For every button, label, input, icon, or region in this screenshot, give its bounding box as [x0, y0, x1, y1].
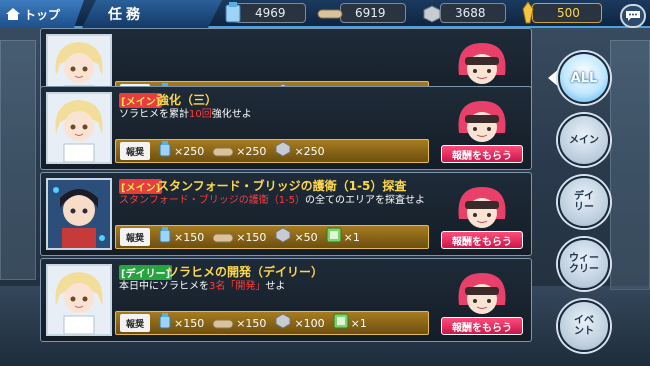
- claim-reward-button[interactable]: 報酬をもらう: [437, 183, 525, 251]
- reward-item: ×100: [274, 313, 325, 333]
- mission-description: 本日中にソラヒメを3名「開発」せよ: [119, 281, 439, 293]
- mission-description: スタンフォード・ブリッジの護衛（1-5）の全てのエリアを探査せよ: [119, 195, 439, 207]
- top-bar: トップ 任務 4969 6919 3688 500: [0, 0, 650, 28]
- page-title: 任務: [82, 0, 222, 28]
- filter-label: デイ リー: [574, 191, 594, 213]
- reward-item: ×250: [274, 141, 325, 161]
- reward-item: ×1: [333, 313, 367, 333]
- ticket-icon: [333, 313, 349, 333]
- filter-event-button[interactable]: イベ ント: [558, 300, 610, 352]
- filter-label: イベ ント: [574, 315, 594, 337]
- reward-amount: ×250: [174, 144, 205, 158]
- steel-counter: 6919: [317, 3, 406, 23]
- steel-icon: [212, 314, 234, 333]
- home-icon: [6, 8, 20, 20]
- mission-title: スタンフォード・ブリッジの護衛（1-5）探査: [157, 179, 407, 193]
- mission-card: [メイン] 強化（三） ソラヒメを累計10回強化せよ報奨 ×250 ×250 ×250 報酬…: [40, 86, 532, 170]
- chat-button[interactable]: [620, 4, 646, 28]
- avatar: [46, 92, 112, 164]
- reward-item: ×150: [158, 227, 204, 247]
- metal-value: 3688: [455, 6, 486, 20]
- metal-icon: [423, 5, 441, 23]
- mission-card: [メイン] スタンフォード・ブリッジの護衛（1-5）探査スタンフォード・ブリッジの…: [40, 172, 532, 256]
- fuel-icon: [158, 313, 172, 333]
- reward-amount: ×150: [236, 316, 267, 330]
- reward-amount: ×250: [294, 144, 325, 158]
- description-text: 本日中にソラヒメを: [119, 281, 209, 292]
- reward-item: ×1: [326, 227, 360, 247]
- avatar: [46, 178, 112, 250]
- mission-description: ソラヒメを累計10回強化せよ: [119, 109, 439, 121]
- reward-label: 報奨: [120, 142, 150, 160]
- claim-reward-label: 報酬をもらう: [441, 231, 523, 249]
- reward-label: 報奨: [120, 314, 150, 332]
- fuel-counter: 4969: [225, 2, 306, 23]
- steel-icon: [212, 142, 234, 161]
- filter-weekly-button[interactable]: ウィー クリー: [558, 238, 610, 290]
- reward-item: ×50: [274, 227, 318, 247]
- reward-item: ×150: [212, 228, 266, 247]
- gold-counter: 500: [522, 1, 602, 24]
- gold-icon: [522, 1, 534, 24]
- gold-value: 500: [557, 6, 580, 20]
- reward-bar: 報奨 ×150 ×150 ×50 ×1: [115, 225, 429, 249]
- description-text: ソラヒメを累計: [119, 109, 189, 120]
- reward-amount: ×1: [343, 230, 360, 244]
- chat-icon: [626, 11, 640, 21]
- reward-amount: ×250: [236, 144, 267, 158]
- mission-type-badge: [デイリー]: [119, 265, 173, 280]
- description-highlight: 3名「開発」: [209, 281, 266, 292]
- description-highlight: スタンフォード・ブリッジの護衛（1-5）: [119, 195, 306, 206]
- steel-icon: [317, 9, 343, 19]
- fuel-icon: [158, 141, 172, 161]
- reward-amount: ×150: [174, 230, 205, 244]
- metal-icon: [274, 227, 292, 247]
- reward-amount: ×1: [350, 316, 367, 330]
- reward-amount: ×100: [294, 316, 325, 330]
- reward-amount: ×150: [174, 316, 205, 330]
- ticket-icon: [326, 227, 342, 247]
- background-panel-right: [610, 40, 650, 290]
- description-highlight: 10回: [189, 109, 212, 120]
- description-text: せよ: [265, 281, 286, 292]
- avatar: [46, 264, 112, 336]
- steel-icon: [212, 228, 234, 247]
- metal-counter: 3688: [423, 3, 506, 23]
- home-button[interactable]: トップ: [0, 0, 84, 28]
- mission-card: [デイリー] ソラヒメの開発（デイリー） 本日中にソラヒメを3名「開発」せよ報奨 ×1…: [40, 258, 532, 342]
- filter-label: ウィー クリー: [569, 253, 599, 275]
- claim-reward-button[interactable]: 報酬をもらう: [437, 97, 525, 165]
- mission-type-badge: [メイン]: [119, 179, 163, 194]
- description-text: の全てのエリアを探査せよ: [305, 195, 426, 206]
- reward-label: 報奨: [120, 228, 150, 246]
- filter-daily-button[interactable]: デイ リー: [558, 176, 610, 228]
- reward-item: ×150: [158, 313, 204, 333]
- filter-main-button[interactable]: メイン: [558, 114, 610, 166]
- mission-type-badge: [メイン]: [119, 93, 163, 108]
- mission-title: ソラヒメの開発（デイリー）: [167, 265, 324, 279]
- reward-item: ×250: [158, 141, 204, 161]
- reward-amount: ×150: [236, 230, 267, 244]
- home-label: トップ: [24, 7, 61, 22]
- reward-amount: ×50: [294, 230, 318, 244]
- reward-item: ×150: [212, 314, 266, 333]
- metal-icon: [274, 141, 292, 161]
- metal-icon: [274, 313, 292, 333]
- claim-reward-label: 報酬をもらう: [441, 145, 523, 163]
- filter-label: ALL: [570, 70, 598, 86]
- fuel-value: 4969: [255, 6, 286, 20]
- fuel-icon: [225, 2, 241, 23]
- background-panel-left: [0, 40, 36, 280]
- mission-title: 強化（三）: [157, 93, 218, 107]
- steel-value: 6919: [355, 6, 386, 20]
- filter-all-button[interactable]: ALL: [558, 52, 610, 104]
- fuel-icon: [158, 227, 172, 247]
- claim-reward-button[interactable]: 報酬をもらう: [437, 269, 525, 337]
- reward-bar: 報奨 ×250 ×250 ×250: [115, 139, 429, 163]
- reward-bar: 報奨 ×150 ×150 ×100 ×1: [115, 311, 429, 335]
- reward-item: ×250: [212, 142, 266, 161]
- claim-reward-label: 報酬をもらう: [441, 317, 523, 335]
- filter-label: メイン: [569, 134, 599, 146]
- description-text: 強化せよ: [211, 109, 252, 120]
